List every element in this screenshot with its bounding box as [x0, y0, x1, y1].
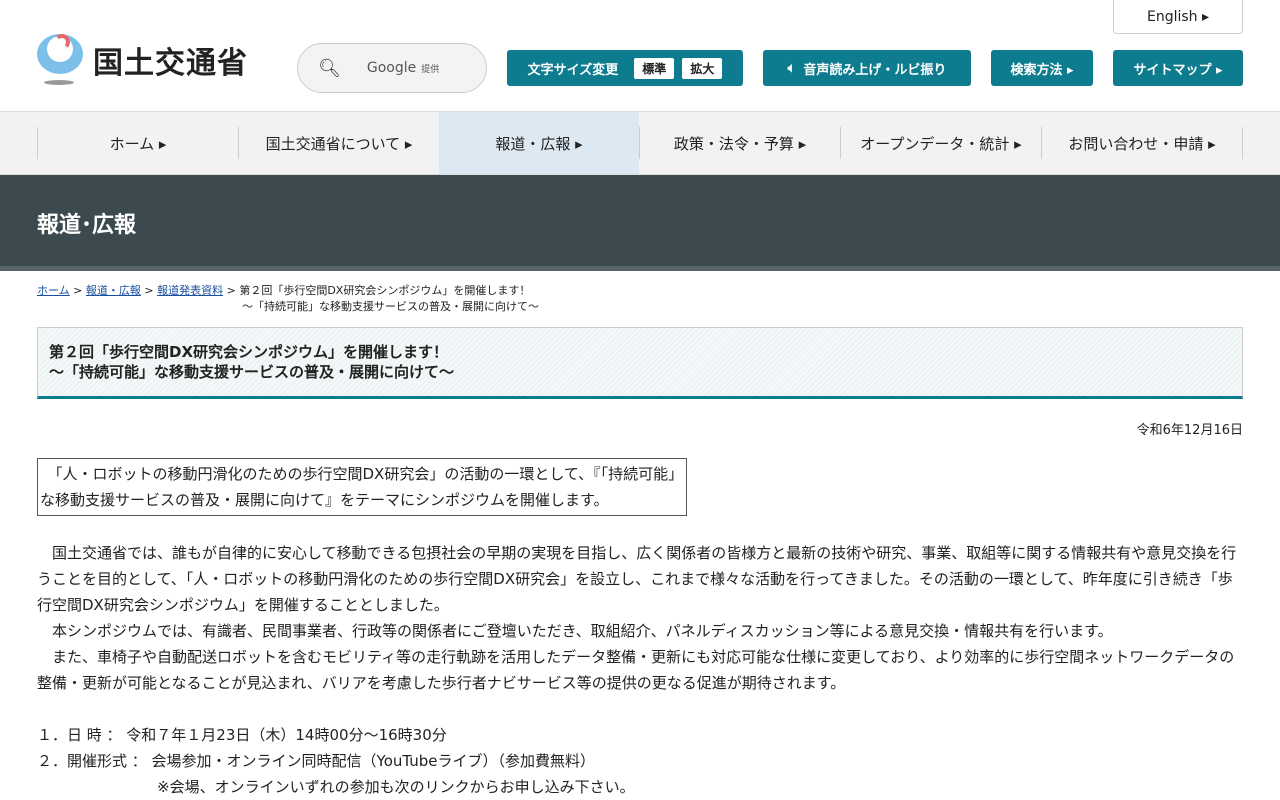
mlit-logo[interactable]: 国土交通省: [37, 34, 248, 86]
breadcrumb-release[interactable]: 報道発表資料: [157, 284, 223, 297]
nav-about[interactable]: 国土交通省について ▸: [238, 127, 439, 159]
audio-label: 音声読み上げ・ルビ振り: [803, 62, 947, 78]
nav-press[interactable]: 報道・広報 ▸: [439, 112, 639, 174]
search-provider: Google: [366, 60, 417, 76]
audio-ruby-button[interactable]: 🔈︎ 音声読み上げ・ルビ振り: [763, 50, 971, 86]
paragraph: 本シンポジウムでは、有識者、民間事業者、行政等の関係者にご登壇いただき、取組紹介…: [37, 622, 1113, 640]
font-standard-button[interactable]: 標準: [634, 57, 675, 79]
title-line-2: ～「持続可能」な移動支援サービスの普及・展開に向けて～: [49, 363, 455, 381]
breadcrumb-current-sub: ～「持続可能」な移動支援サービスの普及・展開に向けて～: [242, 300, 539, 313]
event-details: １．日 時 ： 令和７年１月23日（木）14時00分～16時30分 ２．開催形式…: [0, 696, 1280, 800]
nav-policy[interactable]: 政策・法令・予算 ▸: [639, 127, 840, 159]
site-header: 国土交通省 🔍︎ Google 提供 English ▸ 文字サイズ変更 標準 拡…: [0, 0, 1280, 112]
logo-text: 国土交通省: [93, 46, 248, 81]
font-large-button[interactable]: 拡大: [682, 57, 723, 79]
breadcrumb: ホーム > 報道・広報 > 報道発表資料 > 第２回「歩行空間DX研究会シンポジ…: [0, 271, 1280, 315]
breadcrumb-current: 第２回「歩行空間DX研究会シンポジウム」を開催します！: [239, 284, 531, 297]
sitemap-button[interactable]: サイトマップ ▸: [1113, 50, 1243, 86]
breadcrumb-home[interactable]: ホーム: [37, 284, 70, 297]
section-banner: 報道･広報: [0, 175, 1280, 271]
logo-icon: [37, 34, 83, 86]
search-icon[interactable]: 🔍︎: [318, 58, 341, 79]
page-title: 第２回「歩行空間DX研究会シンポジウム」を開催します！ ～「持続可能」な移動支援…: [37, 327, 1243, 399]
english-link[interactable]: English ▸: [1113, 0, 1243, 34]
font-size-control: 文字サイズ変更 標準 拡大: [507, 50, 743, 86]
paragraph: また、車椅子や自動配送ロボットを含むモビリティ等の走行軌跡を活用したデータ整備・…: [37, 648, 1235, 692]
publish-date: 令和6年12月16日: [1136, 423, 1243, 438]
detail-date: １．日 時 ： 令和７年１月23日（木）14時00分～16時30分: [37, 726, 447, 744]
search-method-button[interactable]: 検索方法 ▸: [991, 50, 1093, 86]
global-nav: ホーム ▸ 国土交通省について ▸ 報道・広報 ▸ 政策・法令・予算 ▸ オープ…: [0, 112, 1280, 175]
detail-note: ※会場、オンラインいずれの参加も次のリンクからお申し込み下さい。: [37, 778, 635, 796]
breadcrumb-press[interactable]: 報道・広報: [86, 284, 141, 297]
speaker-icon: 🔈︎: [787, 60, 796, 76]
nav-open-data[interactable]: オープンデータ・統計 ▸: [840, 127, 1041, 159]
search-provider-suffix: 提供: [421, 65, 440, 75]
nav-home[interactable]: ホーム ▸: [37, 127, 238, 159]
search-input[interactable]: 🔍︎ Google 提供: [297, 43, 487, 93]
article-body: 国土交通省では、誰もが自律的に安心して移動できる包摂社会の早期の実現を目指し、広…: [0, 516, 1280, 696]
detail-format: ２．開催形式 ： 会場参加・オンライン同時配信（YouTubeライブ）（参加費無…: [37, 752, 596, 770]
paragraph: 国土交通省では、誰もが自律的に安心して移動できる包摂社会の早期の実現を目指し、広…: [37, 544, 1237, 614]
font-size-label: 文字サイズ変更: [527, 62, 619, 78]
nav-contact[interactable]: お問い合わせ・申請 ▸: [1041, 127, 1243, 159]
lead-box: 「人・ロボットの移動円滑化のための歩行空間DX研究会」の活動の一環として、『「持…: [37, 458, 687, 516]
title-line-1: 第２回「歩行空間DX研究会シンポジウム」を開催します！: [49, 343, 449, 361]
